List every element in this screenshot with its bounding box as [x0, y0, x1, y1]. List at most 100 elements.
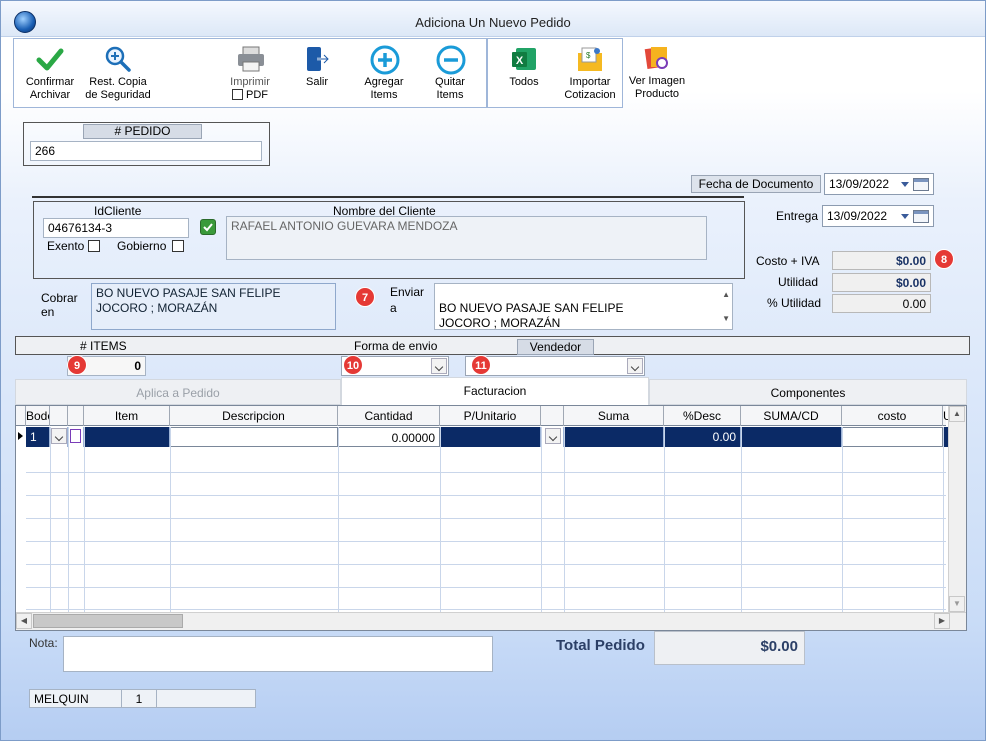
restaurar-label: Rest. Copia de Seguridad [85, 76, 151, 101]
table-row[interactable]: 1 0.00000 0.00 [26, 427, 952, 447]
col-blank-3[interactable] [541, 406, 564, 426]
scroll-right-icon[interactable]: ▶ [934, 613, 950, 629]
nota-field[interactable] [63, 636, 493, 672]
nombre-cliente-field[interactable]: RAFAEL ANTONIO GUEVARA MENDOZA [226, 216, 707, 260]
imprimir-label: Imprimir [230, 76, 270, 88]
status-user: MELQUIN [29, 689, 122, 708]
grid-line [26, 609, 946, 610]
grid-line [26, 564, 946, 565]
col-costo[interactable]: costo [842, 406, 943, 426]
tab-componentes[interactable]: Componentes [649, 379, 967, 405]
cell-suma[interactable] [564, 427, 664, 447]
scroll-up-icon[interactable]: ▲ [949, 406, 965, 422]
grid-line [741, 427, 742, 617]
calendar-icon[interactable] [913, 210, 929, 223]
agregar-label: Agregar Items [364, 76, 404, 101]
nota-label: Nota: [29, 636, 58, 650]
tab-aplica-pedido[interactable]: Aplica a Pedido [15, 379, 341, 405]
col-blank-1[interactable] [50, 406, 68, 426]
col-blank-2[interactable] [68, 406, 84, 426]
cobrar-label: Cobrar en [41, 291, 78, 319]
calendar-icon[interactable] [913, 178, 929, 191]
imprimir-button[interactable]: Imprimir PDF [214, 39, 286, 107]
cell-cantidad[interactable]: 0.00000 [338, 427, 440, 447]
chevron-down-icon[interactable] [431, 358, 447, 374]
lookup-icon[interactable] [70, 429, 81, 443]
col-cantidad[interactable]: Cantidad [338, 406, 440, 426]
grid-vertical-scrollbar[interactable]: ▲ ▼ [948, 406, 966, 612]
printer-icon [236, 45, 264, 73]
chevron-down-icon[interactable] [51, 428, 67, 444]
vendedor-select[interactable] [465, 356, 645, 376]
grid-line [440, 427, 441, 617]
scroll-left-icon[interactable]: ◀ [16, 613, 32, 629]
pedido-label: # PEDIDO [83, 124, 202, 139]
restaurar-copia-button[interactable]: Rest. Copia de Seguridad [82, 39, 154, 107]
enviar-field[interactable]: BO NUEVO PASAJE SAN FELIPE JOCORO ; MORA… [434, 283, 733, 330]
cell-desc[interactable]: 0.00 [664, 427, 741, 447]
dropdown-arrow-icon[interactable] [901, 182, 909, 187]
salir-button[interactable]: Salir [281, 39, 353, 107]
cell-punitario[interactable] [440, 427, 541, 447]
grid-line [26, 472, 946, 473]
grid-line [68, 427, 69, 617]
grid-horizontal-scrollbar[interactable]: ◀ ▶ [16, 612, 966, 630]
quitar-label: Quitar Items [435, 76, 465, 101]
toolbar-main: Confirmar Archivar Rest. Copia de Seguri… [13, 38, 487, 108]
separator-line [32, 196, 744, 198]
window-title: Adiciona Un Nuevo Pedido [415, 15, 571, 30]
cell-bodega[interactable]: 1 [26, 427, 50, 447]
toolbar-export: X Todos $ Importar Cotizacion [487, 38, 623, 108]
scroll-down-icon[interactable]: ▼ [949, 596, 965, 612]
col-bodega[interactable]: Bodega [26, 406, 50, 426]
cell-suma-cd[interactable] [741, 427, 842, 447]
items-label: # ITEMS [80, 339, 127, 353]
tab-facturacion[interactable]: Facturacion [341, 377, 649, 405]
fecha-documento-picker[interactable]: 13/09/2022 [824, 173, 934, 195]
importar-cotizacion-button[interactable]: $ Importar Cotizacion [554, 39, 626, 107]
chevron-down-icon[interactable] [545, 428, 561, 444]
quitar-items-button[interactable]: Quitar Items [414, 39, 486, 107]
grid-line [541, 427, 542, 617]
pedido-number-field[interactable]: 266 [30, 141, 262, 161]
pdf-checkbox[interactable] [232, 89, 243, 100]
col-suma-cd[interactable]: SUMA/CD [741, 406, 842, 426]
cell-descripcion[interactable] [170, 427, 338, 447]
cell-bodega-dropdown[interactable] [50, 427, 68, 447]
ver-imagen-label: Ver Imagen Producto [628, 75, 686, 100]
grid-line [26, 587, 946, 588]
items-grid: Bodega Item Descripcion Cantidad P/Unita… [15, 405, 967, 631]
ver-imagen-button[interactable]: Ver Imagen Producto [621, 38, 693, 106]
confirmar-archivar-button[interactable]: Confirmar Archivar [14, 39, 86, 107]
gobierno-checkbox[interactable] [172, 240, 184, 252]
exento-checkbox[interactable] [88, 240, 100, 252]
cell-item[interactable] [84, 427, 170, 447]
badge-7: 7 [355, 287, 375, 307]
window: Adiciona Un Nuevo Pedido Confirmar Archi… [0, 0, 986, 741]
col-descripcion[interactable]: Descripcion [170, 406, 338, 426]
grid-line [664, 427, 665, 617]
todos-excel-button[interactable]: X Todos [488, 39, 560, 107]
idcliente-field[interactable]: 04676134-3 [43, 218, 189, 238]
cell-costo[interactable] [842, 427, 943, 447]
magnifier-plus-icon [104, 45, 132, 73]
scroll-thumb[interactable] [33, 614, 183, 628]
entrega-picker[interactable]: 13/09/2022 [822, 205, 934, 227]
dropdown-arrow-icon[interactable] [901, 214, 909, 219]
col-item[interactable]: Item [84, 406, 170, 426]
scroll-up-icon[interactable]: ▲ [722, 287, 730, 302]
chevron-down-icon[interactable] [627, 358, 643, 374]
grid-line [943, 427, 944, 617]
invoice-import-icon: $ [576, 45, 604, 73]
col-suma[interactable]: Suma [564, 406, 664, 426]
col-desc[interactable]: %Desc [664, 406, 741, 426]
agregar-items-button[interactable]: Agregar Items [348, 39, 420, 107]
col-punitario[interactable]: P/Unitario [440, 406, 541, 426]
cell-lookup[interactable] [68, 427, 84, 447]
badge-11: 11 [471, 355, 491, 375]
vendedor-label: Vendedor [517, 339, 594, 355]
cell-punitario-dropdown[interactable] [541, 427, 564, 447]
cobrar-field[interactable]: BO NUEVO PASAJE SAN FELIPE JOCORO ; MORA… [91, 283, 336, 330]
exit-door-icon [303, 45, 331, 73]
scroll-down-icon[interactable]: ▼ [722, 311, 730, 326]
